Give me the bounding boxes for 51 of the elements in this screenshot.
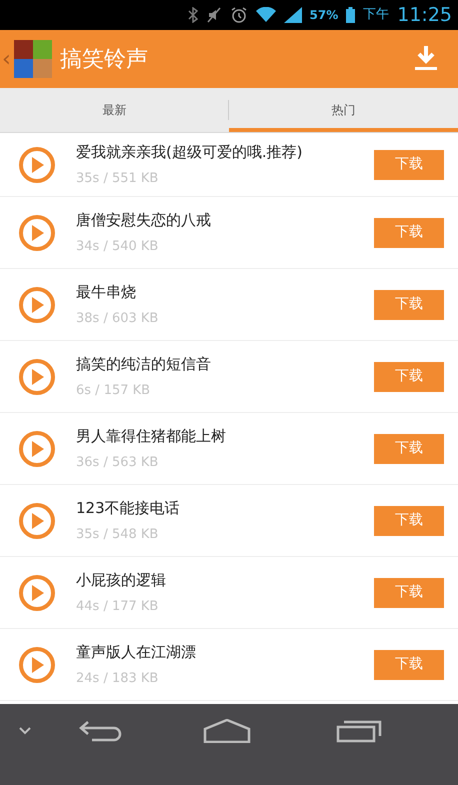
tab[interactable]: 最新 — [0, 88, 229, 132]
ringtone-title: 爱我就亲亲我(超级可爱的哦.推荐) — [76, 142, 304, 162]
ringtone-info: 35s / 551 KB — [76, 170, 160, 188]
download-button[interactable]: 下载 — [374, 290, 444, 320]
back-caret[interactable]: ‹ — [2, 42, 8, 76]
chevron-down-icon[interactable] — [19, 727, 31, 735]
alarm-icon — [230, 6, 248, 24]
signal-icon — [284, 7, 302, 23]
time-period: 下午 — [363, 6, 390, 24]
download-button[interactable]: 下载 — [374, 218, 444, 248]
ringtone-info: 6s / 157 KB — [76, 382, 152, 400]
wifi-icon — [256, 7, 276, 23]
play-icon[interactable] — [18, 146, 56, 184]
clock-time: 11:25 — [397, 2, 452, 28]
ringtone-title: 男人靠得住猪都能上树 — [76, 426, 227, 446]
bluetooth-icon — [188, 7, 198, 23]
play-icon[interactable] — [18, 286, 56, 324]
play-icon[interactable] — [18, 214, 56, 252]
battery-percent: 57% — [310, 7, 338, 24]
app-logo-icon[interactable] — [14, 40, 52, 78]
ringtone-title: 最牛串烧 — [76, 282, 137, 302]
download-button[interactable]: 下载 — [374, 362, 444, 392]
download-button[interactable]: 下载 — [374, 434, 444, 464]
play-icon[interactable] — [18, 574, 56, 612]
play-icon[interactable] — [18, 502, 56, 540]
battery-icon — [346, 7, 356, 23]
recent-apps-icon[interactable] — [336, 719, 382, 743]
download-icon[interactable] — [414, 46, 438, 72]
home-icon[interactable] — [203, 719, 251, 743]
download-button[interactable]: 下载 — [374, 150, 444, 180]
ringtone-title: 童声版人在江湖漂 — [76, 642, 197, 662]
download-button[interactable]: 下载 — [374, 506, 444, 536]
download-button[interactable]: 下载 — [374, 650, 444, 680]
ringtone-info: 44s / 177 KB — [76, 598, 160, 616]
ringtone-info: 35s / 548 KB — [76, 526, 160, 544]
ringtone-title: 唐僧安慰失恋的八戒 — [76, 210, 212, 230]
ringtone-info: 38s / 603 KB — [76, 310, 160, 328]
play-icon[interactable] — [18, 646, 56, 684]
mute-icon — [206, 7, 222, 23]
ringtone-title: 123不能接电话 — [76, 498, 181, 518]
ringtone-info: 24s / 183 KB — [76, 670, 160, 688]
ringtone-info: 34s / 540 KB — [76, 238, 160, 256]
download-button[interactable]: 下载 — [374, 578, 444, 608]
back-icon[interactable] — [78, 719, 122, 743]
ringtone-info: 36s / 563 KB — [76, 454, 160, 472]
app-title: 搞笑铃声 — [60, 46, 149, 74]
ringtone-title: 小屁孩的逻辑 — [76, 570, 167, 590]
play-icon[interactable] — [18, 358, 56, 396]
play-icon[interactable] — [18, 430, 56, 468]
tab[interactable]: 热门 — [229, 88, 458, 132]
ringtone-title: 搞笑的纯洁的短信音 — [76, 354, 212, 374]
